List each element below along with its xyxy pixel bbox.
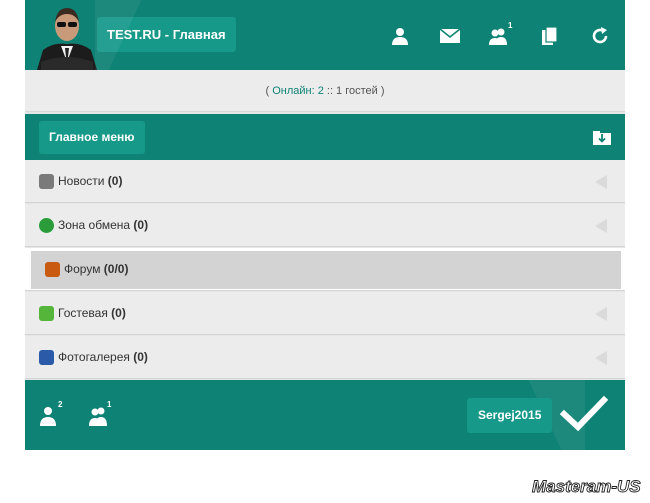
menu-item-label: Форум (0/0) bbox=[64, 262, 129, 276]
collapse-arrow-icon[interactable] bbox=[595, 219, 607, 233]
exchange-icon bbox=[39, 218, 54, 233]
gallery-icon bbox=[39, 350, 54, 365]
news-icon bbox=[39, 174, 54, 189]
friends-icon[interactable]: 1 bbox=[88, 400, 111, 426]
page: TEST.RU - Главная 1 ( Онлайн: 2 :: 1 гос… bbox=[25, 0, 625, 450]
online-guests: :: 1 гостей ) bbox=[323, 85, 385, 97]
collapse-arrow-icon[interactable] bbox=[595, 175, 607, 189]
menu-item-news[interactable]: Новости (0) bbox=[25, 160, 625, 203]
check-icon[interactable] bbox=[559, 394, 609, 434]
menu-item-label: Гостевая (0) bbox=[58, 306, 126, 320]
friends-badge: 1 bbox=[107, 400, 112, 409]
site-title[interactable]: TEST.RU - Главная bbox=[97, 17, 236, 52]
documents-icon[interactable] bbox=[539, 25, 561, 47]
mail-icon[interactable] bbox=[439, 25, 461, 47]
profile-badge: 2 bbox=[58, 400, 63, 409]
online-status-bar: ( Онлайн: 2 :: 1 гостей ) bbox=[25, 70, 625, 112]
forum-icon bbox=[45, 262, 60, 277]
friends-badge: 1 bbox=[508, 21, 513, 30]
menu-item-forum[interactable]: Форум (0/0) bbox=[25, 248, 625, 291]
menu-item-guestbook[interactable]: Гостевая (0) bbox=[25, 292, 625, 335]
guestbook-icon bbox=[39, 306, 54, 321]
username-button[interactable]: Sergej2015 bbox=[467, 398, 553, 433]
menu-item-label: Зона обмена (0) bbox=[58, 218, 149, 232]
user-icon[interactable] bbox=[389, 25, 411, 47]
collapse-arrow-icon[interactable] bbox=[595, 351, 607, 365]
main-menu-button[interactable]: Главное меню bbox=[39, 121, 145, 154]
bottom-footer: 2 1 Sergej2015 bbox=[25, 380, 625, 450]
watermark-logo: Masteram-US bbox=[530, 472, 648, 498]
menu-item-label: Фотогалерея (0) bbox=[58, 350, 148, 364]
collapse-arrow-icon[interactable] bbox=[595, 307, 607, 321]
menu-item-gallery[interactable]: Фотогалерея (0) bbox=[25, 336, 625, 379]
top-header: TEST.RU - Главная 1 bbox=[25, 0, 625, 70]
menu-item-label: Новости (0) bbox=[58, 174, 123, 188]
friends-icon[interactable]: 1 bbox=[488, 21, 512, 47]
online-link[interactable]: Онлайн: 2 bbox=[272, 85, 324, 97]
menu-item-exchange[interactable]: Зона обмена (0) bbox=[25, 204, 625, 247]
refresh-icon[interactable] bbox=[589, 25, 611, 47]
profile-icon[interactable]: 2 bbox=[39, 400, 62, 426]
avatar[interactable] bbox=[33, 0, 101, 70]
download-icon[interactable] bbox=[593, 129, 611, 145]
watermark-text: Masteram-US bbox=[532, 477, 641, 496]
menu-header: Главное меню bbox=[25, 114, 625, 160]
